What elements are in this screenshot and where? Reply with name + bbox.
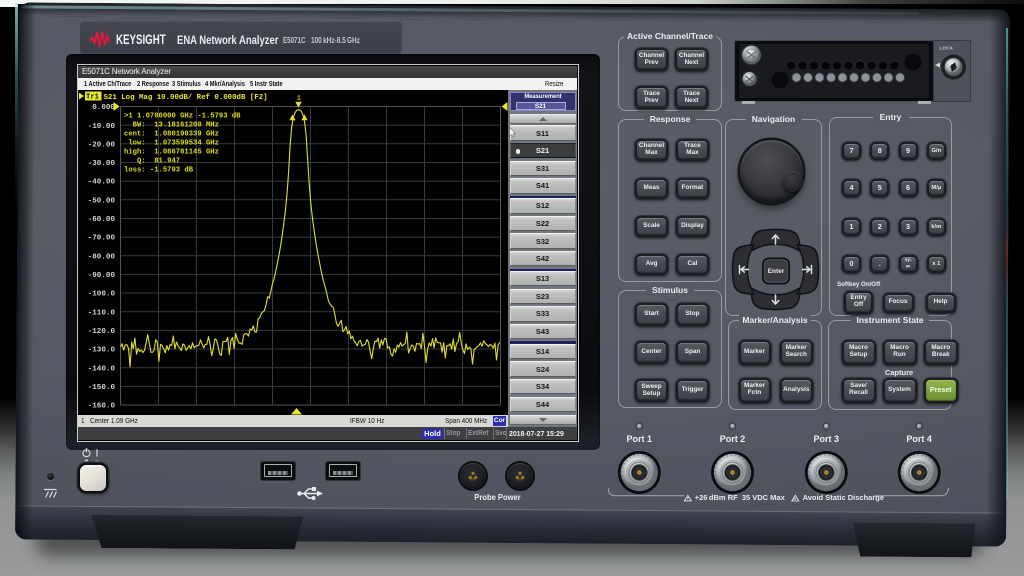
svg-text:Tr1: Tr1 [86,94,100,102]
svg-text:-90.00: -90.00 [88,272,116,280]
svg-text:-140.0: -140.0 [88,365,116,373]
svg-text:>1 1.0780000 GHz -1.5793 dB: >1 1.0780000 GHz -1.5793 dB [124,113,241,121]
svg-text:BW: 13.18161200 MHz: BW: 13.18161200 MHz [124,122,219,130]
svg-text:0.000: 0.000 [92,104,115,112]
svg-text:Q: 81.947: Q: 81.947 [124,158,180,166]
svg-text:1: 1 [297,95,301,103]
svg-text:-150.0: -150.0 [88,384,116,392]
svg-text:-70.00: -70.00 [88,235,116,243]
svg-text:-10.00: -10.00 [88,123,116,131]
svg-text:Enter: Enter [768,268,785,275]
svg-text:cent: 1.080190339 GHz: cent: 1.080190339 GHz [124,131,219,139]
svg-text:-50.00: -50.00 [88,197,116,205]
svg-text:low: 1.073599534 GHz: low: 1.073599534 GHz [124,140,219,148]
svg-text:-30.00: -30.00 [88,160,116,168]
svg-text:-60.00: -60.00 [88,216,116,224]
svg-text:-160.0: -160.0 [88,403,116,411]
svg-text:-120.0: -120.0 [88,328,116,336]
svg-text:-80.00: -80.00 [88,253,116,261]
svg-text:S21 Log Mag 10.00dB/ Ref 0.000: S21 Log Mag 10.00dB/ Ref 0.000dB [F2] [104,94,268,102]
svg-text:-110.0: -110.0 [88,309,116,317]
svg-text:LOCK: LOCK [940,46,954,51]
svg-text:high: 1.086781145 GHz: high: 1.086781145 GHz [124,149,219,157]
svg-text:-20.00: -20.00 [88,141,116,149]
svg-text:-130.0: -130.0 [88,347,116,355]
svg-text:loss: -1.5793 dB: loss: -1.5793 dB [124,167,194,175]
svg-text:-40.00: -40.00 [88,179,116,187]
svg-text:-100.0: -100.0 [88,291,116,299]
